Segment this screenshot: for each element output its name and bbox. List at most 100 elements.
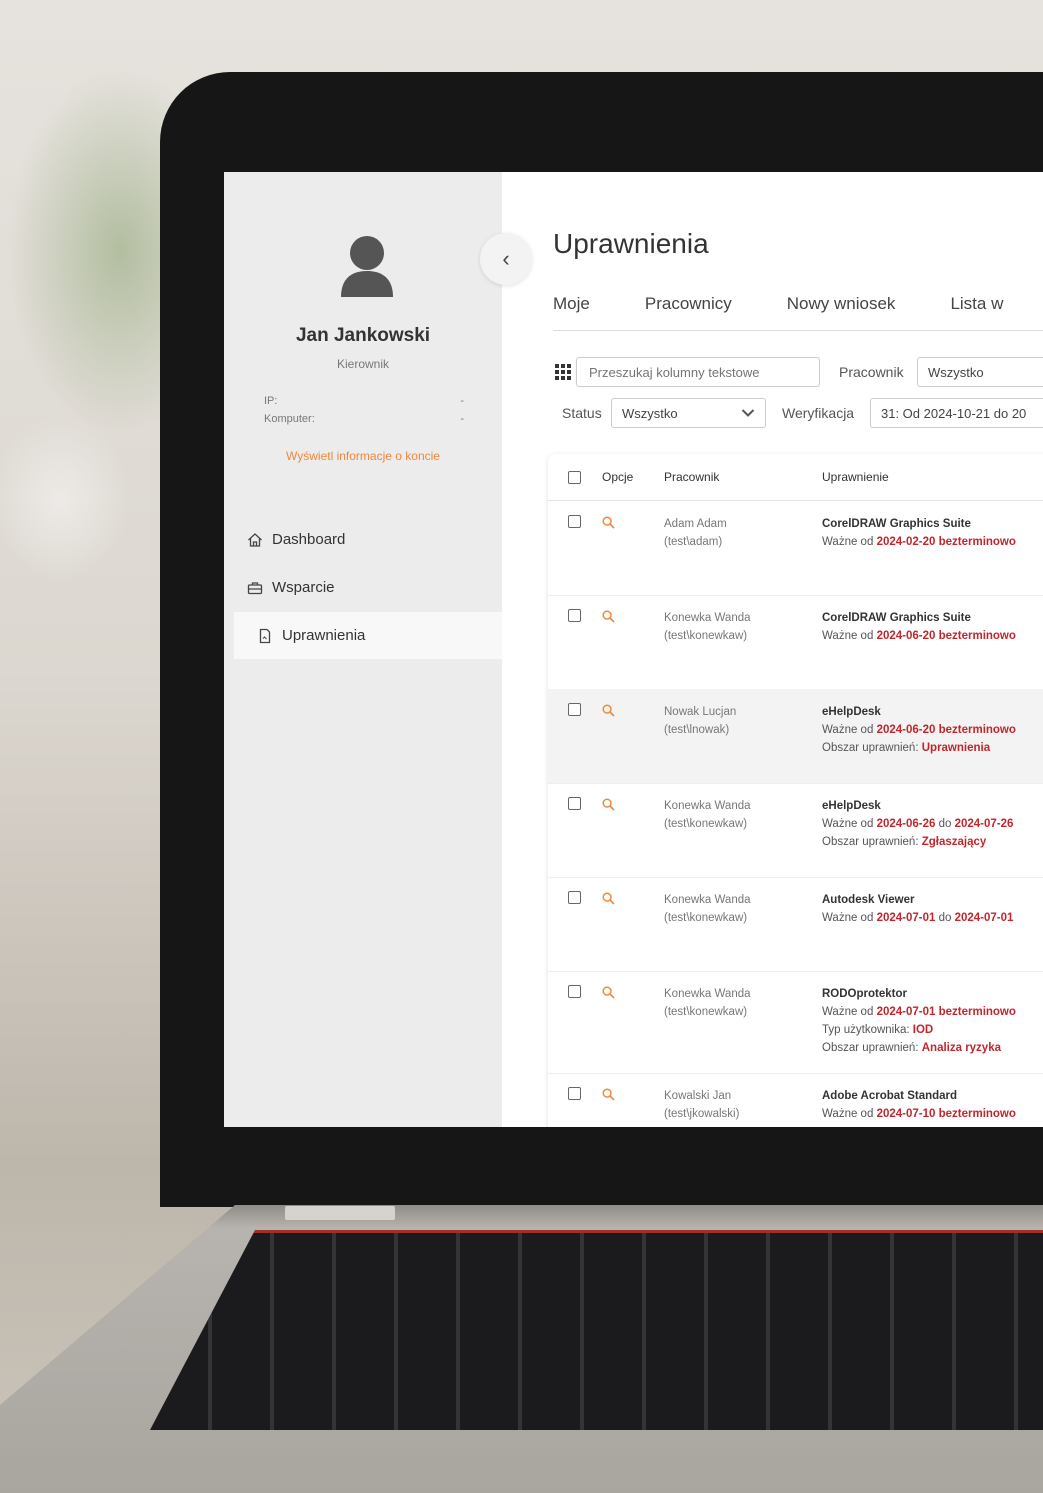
account-info-link[interactable]: Wyświetl informacje o koncie [224, 449, 502, 463]
extra-value: IOD [912, 1024, 934, 1036]
employee-name: Adam Adam [664, 518, 727, 530]
search-icon[interactable] [602, 986, 615, 999]
table-row[interactable]: Konewka Wanda (test\konewkaw) Autodesk V… [548, 877, 1043, 972]
search-icon[interactable] [602, 798, 615, 811]
search-input[interactable] [576, 357, 820, 387]
user-role: Kierownik [336, 357, 390, 371]
nav-item-wsparcie[interactable]: Wsparcie [224, 564, 502, 611]
tab-moje[interactable]: Moje [553, 294, 590, 330]
extra-line: Obszar uprawnień: Zgłaszający [822, 833, 1013, 851]
search-icon[interactable] [602, 704, 615, 717]
status-filter-select[interactable]: Wszystko [611, 398, 766, 428]
ip-label: IP: [264, 395, 278, 407]
user-name: Jan Jankowski [295, 325, 431, 346]
laptop-hinge [285, 1206, 395, 1220]
extra-label: Obszar uprawnień: [822, 1042, 919, 1054]
user-avatar-icon [341, 236, 393, 297]
row-checkbox[interactable] [568, 609, 581, 622]
table-row[interactable]: Konewka Wanda (test\konewkaw) RODOprotek… [548, 971, 1043, 1074]
employee-name: Kowalski Jan [664, 1090, 732, 1102]
employee-name: Konewka Wanda [664, 988, 751, 1000]
permission-cell: eHelpDesk Ważne od 2024-06-20 beztermino… [822, 703, 1016, 757]
verification-filter-label: Weryfikacja [782, 405, 855, 421]
column-header-employee[interactable]: Pracownik [664, 470, 719, 484]
nav-item-label: Uprawnienia [282, 627, 366, 644]
search-icon[interactable] [602, 1088, 615, 1101]
table-row[interactable]: Konewka Wanda (test\konewkaw) eHelpDesk … [548, 783, 1043, 878]
permission-cell: CorelDRAW Graphics Suite Ważne od 2024-0… [822, 609, 1016, 645]
extra-value: Zgłaszający [921, 836, 987, 848]
permission-name: CorelDRAW Graphics Suite [822, 612, 971, 624]
employee-cell: Konewka Wanda (test\konewkaw) [664, 891, 751, 927]
select-all-checkbox[interactable] [568, 471, 581, 484]
tab-pracownicy[interactable]: Pracownicy [645, 294, 732, 330]
table-row[interactable]: Nowak Lucjan (test\lnowak) eHelpDesk Waż… [548, 689, 1043, 784]
page-title: Uprawnienia [553, 228, 709, 259]
employee-filter-select[interactable]: Wszystko [917, 357, 1043, 387]
extra-label: Obszar uprawnień: [822, 836, 919, 848]
valid-to: bezterminowo [938, 1108, 1016, 1120]
table-row[interactable]: Adam Adam (test\adam) CorelDRAW Graphics… [548, 501, 1043, 596]
employee-login: (test\konewkaw) [664, 912, 748, 924]
validity-separator: do [938, 912, 952, 924]
extra-label: Typ użytkownika: [822, 1024, 910, 1036]
row-checkbox[interactable] [568, 703, 581, 716]
nav-item-uprawnienia[interactable]: Uprawnienia [234, 612, 502, 659]
column-grid-icon[interactable] [555, 364, 571, 380]
employee-login: (test\konewkaw) [664, 630, 748, 642]
search-icon[interactable] [602, 610, 615, 623]
home-icon [246, 531, 264, 549]
permission-cell: Adobe Acrobat Standard Ważne od 2024-07-… [822, 1087, 1016, 1123]
employee-login: (test\konewkaw) [664, 818, 748, 830]
ip-value: - [460, 395, 464, 407]
validity-line: Ważne od 2024-06-26 do 2024-07-26 [822, 815, 1013, 833]
column-header-options[interactable]: Opcje [602, 470, 633, 484]
employee-name: Konewka Wanda [664, 894, 751, 906]
row-checkbox[interactable] [568, 985, 581, 998]
employee-filter-label: Pracownik [839, 364, 904, 380]
search-icon[interactable] [602, 516, 615, 529]
sidebar: Jan Jankowski Kierownik IP: - Komputer: … [224, 172, 502, 1127]
validity-prefix: Ważne od [822, 724, 874, 736]
permission-name: Adobe Acrobat Standard [822, 1090, 958, 1102]
employee-login: (test\lnowak) [664, 724, 730, 736]
toolbox-icon [246, 579, 264, 597]
chevron-down-icon [741, 409, 755, 417]
valid-to: 2024-07-26 [954, 818, 1014, 830]
extra-value: Analiza ryzyka [921, 1042, 1001, 1054]
valid-to: bezterminowo [938, 630, 1016, 642]
app-screen: Jan Jankowski Kierownik IP: - Komputer: … [224, 172, 1043, 1127]
nav-item-dashboard[interactable]: Dashboard [224, 516, 502, 563]
tab-nowy-wniosek[interactable]: Nowy wniosek [787, 294, 896, 330]
employee-name: Konewka Wanda [664, 612, 751, 624]
table-row[interactable]: Konewka Wanda (test\konewkaw) CorelDRAW … [548, 595, 1043, 690]
extra-value: Uprawnienia [921, 742, 991, 754]
valid-to: 2024-07-01 [954, 912, 1014, 924]
row-checkbox[interactable] [568, 797, 581, 810]
valid-from: 2024-07-01 [876, 1006, 936, 1018]
ip-info: IP: - [264, 395, 464, 407]
permission-cell: eHelpDesk Ważne od 2024-06-26 do 2024-07… [822, 797, 1013, 851]
valid-from: 2024-02-20 [876, 536, 936, 548]
status-filter-label: Status [562, 405, 602, 421]
valid-from: 2024-07-01 [876, 912, 936, 924]
employee-cell: Nowak Lucjan (test\lnowak) [664, 703, 736, 739]
employee-login: (test\konewkaw) [664, 1006, 748, 1018]
row-checkbox[interactable] [568, 515, 581, 528]
tab-lista[interactable]: Lista w [950, 294, 1003, 330]
validity-line: Ważne od 2024-07-10 bezterminowo [822, 1105, 1016, 1123]
row-checkbox[interactable] [568, 891, 581, 904]
permission-cell: RODOprotektor Ważne od 2024-07-01 bezter… [822, 985, 1016, 1057]
table-row[interactable]: Kowalski Jan (test\jkowalski) Adobe Acro… [548, 1073, 1043, 1127]
computer-label: Komputer: [264, 413, 315, 425]
verification-filter-value: 31: Od 2024-10-21 do 20 [881, 405, 1027, 421]
row-checkbox[interactable] [568, 1087, 581, 1100]
main-content: Uprawnienia Moje Pracownicy Nowy wniosek… [502, 172, 1043, 1127]
verification-filter-select[interactable]: 31: Od 2024-10-21 do 20 [870, 398, 1043, 428]
valid-from: 2024-06-26 [876, 818, 936, 830]
validity-separator: do [938, 818, 952, 830]
column-header-permission[interactable]: Uprawnienie [822, 470, 889, 484]
table-header: Opcje Pracownik Uprawnienie [548, 454, 1043, 501]
search-icon[interactable] [602, 892, 615, 905]
extra-line: Obszar uprawnień: Analiza ryzyka [822, 1039, 1016, 1057]
